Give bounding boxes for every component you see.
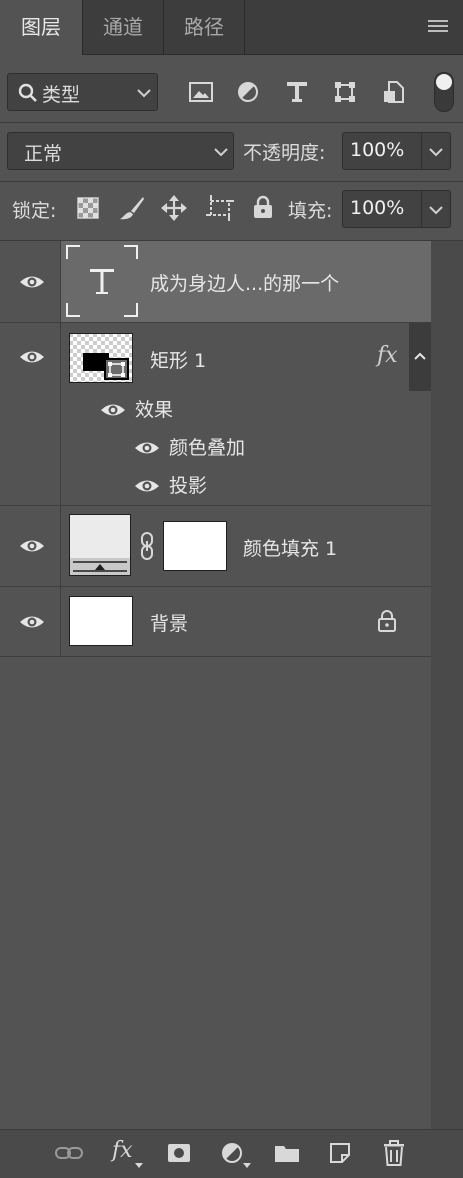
layer-name[interactable]: 矩形 1 (150, 346, 206, 373)
layer-row-shape[interactable]: 矩形 1 fx 效果 颜色叠加 投影 (0, 323, 431, 506)
divider (421, 133, 422, 169)
layer-name[interactable]: 颜色填充 1 (243, 534, 337, 561)
effects-visibility-eye-icon[interactable] (100, 402, 126, 418)
delete-layer-trash-icon[interactable] (383, 1140, 405, 1166)
link-layers-icon[interactable] (55, 1146, 83, 1160)
chevron-up-icon (414, 352, 426, 360)
search-icon (18, 83, 37, 102)
collapse-effects-toggle[interactable] (409, 323, 431, 391)
new-layer-icon[interactable] (329, 1142, 351, 1164)
type-layer-filter-icon[interactable] (286, 81, 308, 103)
chevron-down-icon (137, 89, 151, 98)
dropdown-triangle-icon (135, 1163, 143, 1168)
effect-color-overlay[interactable]: 颜色叠加 (169, 433, 245, 460)
visibility-eye-icon[interactable] (19, 274, 45, 290)
opacity-label: 不透明度: (243, 142, 326, 164)
new-group-folder-icon[interactable] (274, 1143, 300, 1163)
pixel-layer-filter-icon[interactable] (189, 82, 213, 102)
tab-channels[interactable]: 通道 (83, 0, 163, 54)
new-adjustment-layer-icon[interactable] (221, 1142, 243, 1164)
layer-mask-thumbnail[interactable] (163, 521, 227, 571)
blend-mode-value: 正常 (24, 143, 63, 165)
chevron-down-icon (214, 148, 228, 157)
tab-paths[interactable]: 路径 (164, 0, 244, 54)
background-thumbnail (69, 596, 133, 646)
effects-label[interactable]: 效果 (135, 395, 173, 422)
lock-label: 锁定: (12, 200, 57, 222)
tab-divider (244, 0, 245, 54)
shape-layer-filter-icon[interactable] (334, 81, 356, 103)
panel-menu-icon[interactable] (428, 19, 450, 35)
blend-mode-dropdown[interactable]: 正常 (7, 132, 234, 170)
lock-position-move-icon[interactable] (161, 195, 187, 221)
fill-value: 100% (350, 197, 405, 219)
fill-layer-thumbnail (69, 514, 131, 576)
lock-all-icon[interactable] (253, 195, 273, 219)
chevron-down-icon[interactable] (429, 205, 443, 215)
smart-object-filter-icon[interactable] (383, 80, 405, 104)
chevron-down-icon[interactable] (429, 147, 443, 157)
panel-tab-bar: 图层 通道 路径 (0, 0, 463, 55)
divider (0, 122, 463, 123)
dropdown-triangle-icon (243, 1163, 251, 1168)
divider (421, 191, 422, 227)
visibility-eye-icon[interactable] (19, 349, 45, 365)
layer-name[interactable]: 背景 (150, 609, 188, 636)
lock-artboard-icon[interactable] (206, 195, 234, 221)
bottom-toolbar: fx (0, 1129, 463, 1178)
visibility-eye-icon[interactable] (19, 538, 45, 554)
add-layer-style-fx-icon[interactable]: fx (112, 1138, 133, 1163)
effect-visibility-eye-icon[interactable] (134, 478, 160, 494)
type-layer-thumbnail-icon (66, 245, 138, 317)
adjustment-layer-filter-icon[interactable] (237, 81, 259, 103)
layer-row-background[interactable]: 背景 (0, 587, 431, 657)
lock-icon (378, 610, 396, 632)
shape-layer-thumbnail (69, 333, 133, 383)
effect-visibility-eye-icon[interactable] (134, 440, 160, 456)
opacity-value: 100% (350, 139, 405, 161)
tab-layers[interactable]: 图层 (0, 0, 82, 55)
fill-field[interactable]: 100% (342, 190, 451, 228)
mask-link-chain-icon[interactable] (139, 532, 155, 560)
add-layer-mask-icon[interactable] (167, 1143, 191, 1163)
lock-image-pixels-brush-icon[interactable] (119, 195, 145, 221)
opacity-field[interactable]: 100% (342, 132, 451, 170)
layer-effects-fx-icon[interactable]: fx (377, 343, 398, 368)
layer-name[interactable]: 成为身边人...的那一个 (150, 269, 339, 296)
lock-transparent-pixels-icon[interactable] (77, 197, 99, 219)
fill-label: 填充: (288, 200, 333, 222)
layer-row-text[interactable]: 成为身边人...的那一个 (0, 241, 431, 323)
filter-toggle[interactable] (434, 72, 454, 112)
filter-toggle-knob (436, 74, 452, 90)
divider (0, 181, 463, 182)
filter-kind-label: 类型 (42, 84, 81, 106)
visibility-eye-icon[interactable] (19, 614, 45, 630)
layers-scrollbar[interactable] (431, 241, 463, 1129)
filter-kind-dropdown[interactable]: 类型 (7, 73, 158, 111)
effect-drop-shadow[interactable]: 投影 (169, 471, 207, 498)
layer-row-fill[interactable]: 颜色填充 1 (0, 506, 431, 587)
